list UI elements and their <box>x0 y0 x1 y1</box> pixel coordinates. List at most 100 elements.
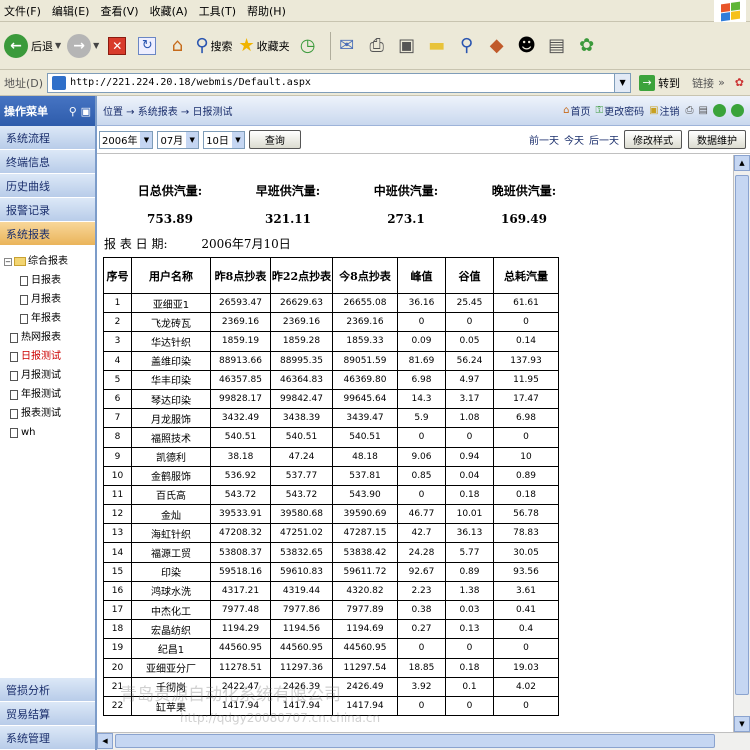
document-icon[interactable]: ▤ <box>699 105 708 116</box>
logout-link[interactable]: 注销 <box>660 103 680 118</box>
refresh-icon[interactable]: ↻ <box>135 34 159 58</box>
tree-node-wh[interactable]: wh <box>4 423 95 442</box>
scroll-up-icon[interactable]: ▲ <box>734 155 750 171</box>
month-select[interactable]: 07月 ▼ <box>157 130 200 149</box>
table-cell: 26629.63 <box>270 292 333 314</box>
collapse-icon[interactable]: − <box>4 257 12 266</box>
chevron-down-icon: ▼ <box>93 41 100 50</box>
scroll-thumb-horizontal[interactable] <box>115 734 715 748</box>
document-icon <box>20 313 28 324</box>
tree-node-yearly[interactable]: 年报表 <box>4 309 95 328</box>
print-icon[interactable]: ⎙ <box>365 34 389 58</box>
menu-tools[interactable]: 工具(T) <box>199 3 236 19</box>
section-trade-settlement[interactable]: 贸易结算 <box>0 702 95 726</box>
back-button[interactable]: ← 后退 ▼ <box>4 33 61 58</box>
today-link[interactable]: 今天 <box>564 132 584 147</box>
horizontal-scrollbar[interactable]: ◀ <box>97 732 750 750</box>
links-chevron-icon[interactable]: » <box>718 76 725 89</box>
report-tree: − 综合报表 日报表 月报表 年报表 热网报表 日报测试 月报测试 年报测试 报… <box>0 246 95 442</box>
scroll-left-icon[interactable]: ◀ <box>97 733 113 749</box>
tree-node-yearly-test[interactable]: 年报测试 <box>4 385 95 404</box>
day-select[interactable]: 10日 ▼ <box>203 130 245 149</box>
mail-icon[interactable]: ✉ <box>335 34 359 58</box>
modify-style-button[interactable]: 修改样式 <box>624 130 682 149</box>
menu-file[interactable]: 文件(F) <box>4 3 41 19</box>
data-maintenance-button[interactable]: 数据维护 <box>688 130 746 149</box>
table-cell: 16 <box>103 580 132 602</box>
table-cell: 18.85 <box>397 657 446 678</box>
table-cell: 17 <box>103 599 132 621</box>
menu-favorites[interactable]: 收藏(A) <box>150 3 188 19</box>
menu-view[interactable]: 查看(V) <box>100 3 138 19</box>
favorites-button[interactable]: ★ 收藏夹 <box>239 35 290 56</box>
section-system-flow[interactable]: 系统流程 <box>0 126 95 150</box>
section-loss-analysis[interactable]: 管损分析 <box>0 678 95 702</box>
address-bar: 地址(D) http://221.224.20.18/webmis/Defaul… <box>0 70 750 96</box>
table-cell: 0.1 <box>445 676 494 697</box>
query-button[interactable]: 查询 <box>248 130 301 149</box>
messenger-icon[interactable]: ☻ <box>515 34 539 58</box>
menu-help[interactable]: 帮助(H) <box>247 3 286 19</box>
cell-user-name: 飞龙砖瓦 <box>131 312 211 333</box>
go-button[interactable]: 转到 <box>658 75 680 91</box>
tree-node-monthly-test[interactable]: 月报测试 <box>4 366 95 385</box>
history-icon[interactable]: ◷ <box>296 34 320 58</box>
home-icon[interactable]: ⌂ <box>165 34 189 58</box>
table-cell: 53808.37 <box>210 542 271 563</box>
prev-day-link[interactable]: 前一天 <box>529 132 559 147</box>
change-password-link[interactable]: 更改密码 <box>604 103 644 118</box>
key-icon: ⚿ <box>595 105 604 116</box>
address-dropdown[interactable]: ▼ <box>615 72 632 93</box>
toolbar-extra-icon[interactable]: ▤ <box>545 34 569 58</box>
forward-nav-icon[interactable] <box>731 104 744 117</box>
links-button[interactable]: 链接 <box>692 75 714 91</box>
print-icon[interactable]: ⎙ <box>686 105 694 116</box>
year-select[interactable]: 2006年 ▼ <box>99 130 154 149</box>
section-terminal-info[interactable]: 终端信息 <box>0 150 95 174</box>
menu-edit[interactable]: 编辑(E) <box>52 3 90 19</box>
discuss-icon[interactable]: ◆ <box>485 34 509 58</box>
menu-header-tools-icon[interactable]: ⚲ ▣ <box>69 105 91 118</box>
tree-node-report-test[interactable]: 报表测试 <box>4 404 95 423</box>
table-cell: 0 <box>493 695 559 717</box>
back-nav-icon[interactable] <box>713 104 726 117</box>
vertical-scrollbar[interactable]: ▲ ▼ <box>733 155 750 732</box>
stop-icon[interactable]: ✕ <box>105 34 129 58</box>
table-cell: 137.93 <box>493 350 559 371</box>
table-cell: 5.77 <box>445 542 494 563</box>
section-system-admin[interactable]: 系统管理 <box>0 726 95 750</box>
home-link[interactable]: 首页 <box>570 103 590 118</box>
forward-button[interactable]: → ▼ <box>67 33 100 58</box>
table-cell: 19 <box>103 638 132 659</box>
section-history-curve[interactable]: 历史曲线 <box>0 174 95 198</box>
tree-node-daily-test[interactable]: 日报测试 <box>4 347 95 366</box>
go-arrow-icon[interactable]: → <box>639 74 656 91</box>
tree-node-daily[interactable]: 日报表 <box>4 271 95 290</box>
edit-icon[interactable]: ▣ <box>395 34 419 58</box>
table-cell: 7 <box>103 408 132 429</box>
table-cell: 540.51 <box>270 427 333 448</box>
messenger-people-icon[interactable]: ✿ <box>575 34 599 58</box>
research-icon[interactable]: ⚲ <box>455 34 479 58</box>
next-day-link[interactable]: 后一天 <box>589 132 619 147</box>
section-alarm-records[interactable]: 报警记录 <box>0 198 95 222</box>
section-system-reports[interactable]: 系统报表 <box>0 222 95 246</box>
tree-node-monthly[interactable]: 月报表 <box>4 290 95 309</box>
table-row: 20 亚细亚分厂 11278.51 11297.36 11297.54 18.85 0.18… <box>103 657 559 678</box>
table-cell: 26593.47 <box>210 292 271 314</box>
folder-icon[interactable]: ▬ <box>425 34 449 58</box>
tree-node-composite[interactable]: − 综合报表 <box>4 252 95 271</box>
tree-node-heat-network[interactable]: 热网报表 <box>4 328 95 347</box>
search-icon: ⚲ <box>195 35 209 56</box>
scroll-down-icon[interactable]: ▼ <box>734 716 750 732</box>
add-on-icon[interactable]: ✿ <box>735 76 744 89</box>
breadcrumb: 位置 → 系统报表 → 日报测试 <box>103 107 233 118</box>
address-input[interactable]: http://221.224.20.18/webmis/Default.aspx <box>47 72 616 93</box>
table-cell: 42.7 <box>397 523 446 544</box>
cell-user-name: 福照技术 <box>131 427 211 448</box>
header-actions: ⌂ 首页 ⚿ 更改密码 ▣ 注销 ⎙ ▤ <box>563 103 750 118</box>
scroll-thumb[interactable] <box>735 175 749 695</box>
search-button[interactable]: ⚲ 搜索 <box>195 35 232 56</box>
table-cell: 25.45 <box>445 292 494 314</box>
summary-value-middle: 273.1 <box>387 212 425 226</box>
